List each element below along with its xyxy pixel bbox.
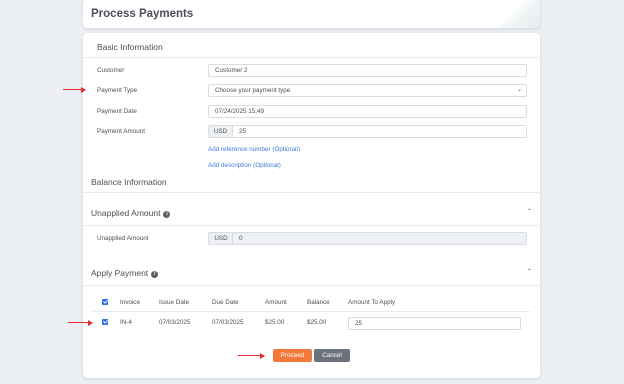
apply-payment-heading-label: Apply Payment	[91, 268, 149, 278]
column-header-amount: Amount	[265, 299, 287, 306]
add-description-link[interactable]: Add description (Optional)	[208, 162, 281, 169]
payment-type-placeholder: Choose your payment type	[215, 87, 291, 94]
issue-date-cell: 07/03/2025	[159, 319, 191, 326]
invoice-link[interactable]: IN-4	[120, 319, 132, 326]
unapplied-amount-label: Unapplied Amount	[97, 235, 149, 242]
payment-type-label: Payment Type	[97, 87, 138, 94]
cancel-button[interactable]: Cancel	[314, 349, 350, 362]
balance-cell: $25.00	[307, 319, 327, 326]
annotation-arrow	[68, 318, 93, 327]
table-divider	[93, 311, 530, 312]
payment-amount-label: Payment Amount	[97, 128, 145, 135]
balance-information-heading: Balance Information	[91, 177, 167, 187]
info-icon: i	[163, 211, 171, 218]
header-decoration	[500, 0, 540, 28]
column-header-invoice: Invoice	[120, 299, 140, 306]
annotation-arrow	[63, 85, 86, 94]
chevron-down-icon: ⌄	[516, 87, 522, 93]
annotation-arrow	[238, 351, 265, 360]
unapplied-amount-field: 0	[232, 232, 527, 245]
select-all-checkbox[interactable]	[102, 299, 108, 305]
payment-date-input[interactable]: 07/24/2025 15:49	[208, 105, 527, 118]
customer-label: Customer	[97, 67, 125, 74]
row-checkbox[interactable]	[102, 319, 108, 325]
payment-date-value: 07/24/2025 15:49	[215, 108, 265, 115]
payment-amount-input[interactable]: 25	[232, 125, 527, 138]
due-date-cell: 07/03/2025	[212, 319, 244, 326]
customer-input[interactable]: Customer 2	[208, 64, 527, 77]
unapplied-amount-value: 0	[239, 235, 243, 242]
unapplied-amount-heading[interactable]: Unapplied Amount i	[91, 208, 171, 218]
payment-amount-value: 25	[239, 128, 247, 135]
unapplied-amount-heading-label: Unapplied Amount	[91, 208, 161, 218]
chevron-up-icon[interactable]: ⌃	[527, 208, 532, 215]
payment-date-label: Payment Date	[97, 108, 137, 115]
divider	[83, 57, 540, 58]
amount-to-apply-value: 25	[355, 320, 363, 327]
info-icon: i	[151, 271, 159, 278]
apply-payment-heading[interactable]: Apply Payment i	[91, 268, 159, 278]
amount-to-apply-input[interactable]: 25	[348, 317, 521, 330]
proceed-button[interactable]: Proceed	[273, 349, 312, 362]
column-header-balance: Balance	[307, 299, 330, 306]
customer-value: Customer 2	[215, 67, 248, 74]
divider	[83, 285, 540, 286]
divider	[83, 225, 540, 226]
chevron-up-icon[interactable]: ⌃	[527, 268, 532, 275]
column-header-amount-to-apply: Amount To Apply	[348, 299, 396, 306]
currency-addon: USD	[208, 125, 233, 138]
currency-addon: USD	[208, 232, 233, 245]
basic-information-heading: Basic Information	[97, 42, 163, 52]
column-header-due-date: Due Date	[212, 299, 239, 306]
amount-cell: $25.00	[265, 319, 285, 326]
page-title: Process Payments	[91, 8, 194, 20]
divider	[83, 192, 540, 193]
add-reference-number-link[interactable]: Add reference number (Optional)	[208, 146, 300, 153]
page-header: Process Payments	[83, 0, 540, 28]
payment-form-card: Basic Information Customer Customer 2 Pa…	[83, 33, 540, 378]
column-header-issue-date: Issue Date	[159, 299, 190, 306]
payment-type-select[interactable]: Choose your payment type ⌄	[208, 84, 527, 97]
